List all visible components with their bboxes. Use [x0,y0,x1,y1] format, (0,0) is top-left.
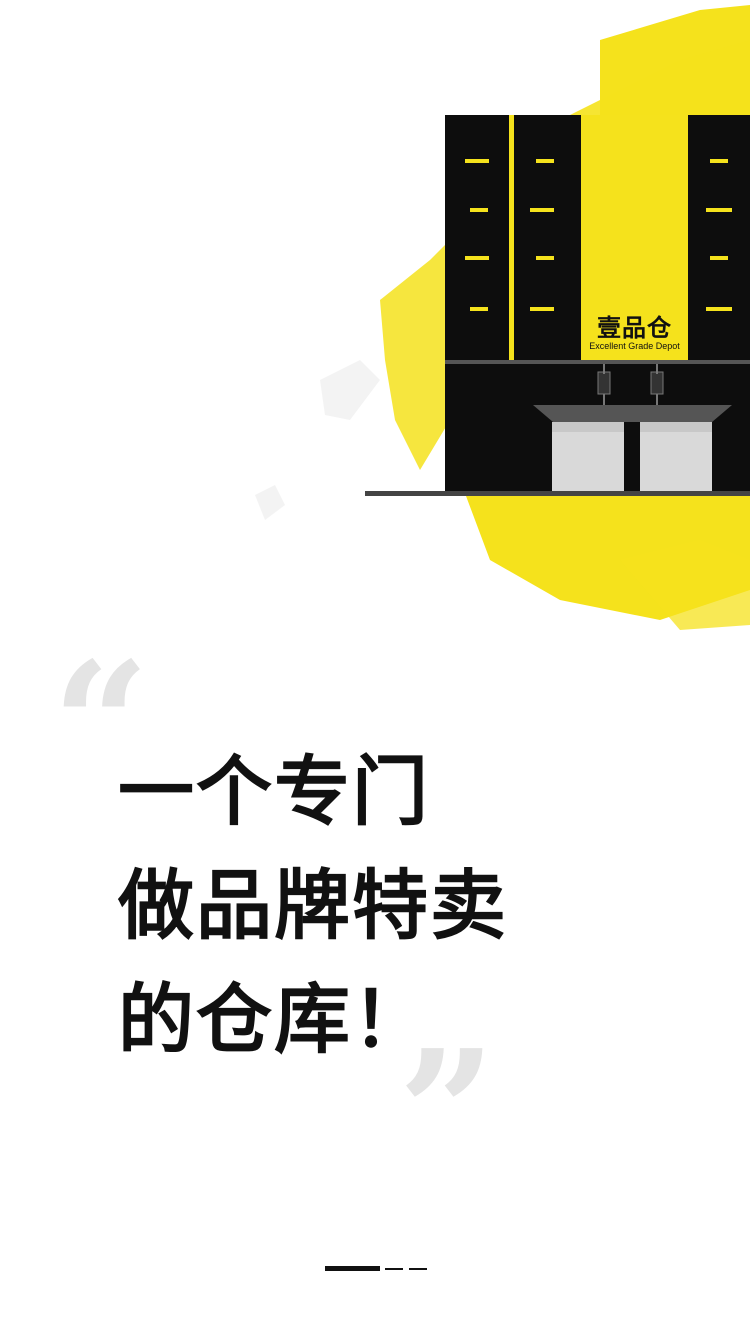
brand-logo-title: 壹品仓 [597,314,672,342]
page-indicator-dot[interactable] [409,1268,427,1270]
headline-line-2: 做品牌特卖 [118,861,508,950]
left-tower [445,115,581,365]
right-tower [688,115,750,365]
headline-line-1: 一个专门 [118,747,430,836]
page-indicator-dot-active[interactable] [325,1266,380,1271]
ground-line [365,491,750,496]
brand-logo-subtitle: Excellent Grade Depot [589,341,680,351]
headline: 一个专门 做品牌特卖 的仓库！ [118,735,638,1077]
close-quote-mark: ” [398,1013,496,1213]
hero-illustration: 壹品仓 Excellent Grade Depot [0,0,750,640]
warehouse-base [445,360,750,493]
brand-sign: 壹品仓 Excellent Grade Depot [581,115,688,360]
headline-line-3: 的仓库！ [118,975,430,1064]
page-indicator-dot[interactable] [385,1268,403,1270]
